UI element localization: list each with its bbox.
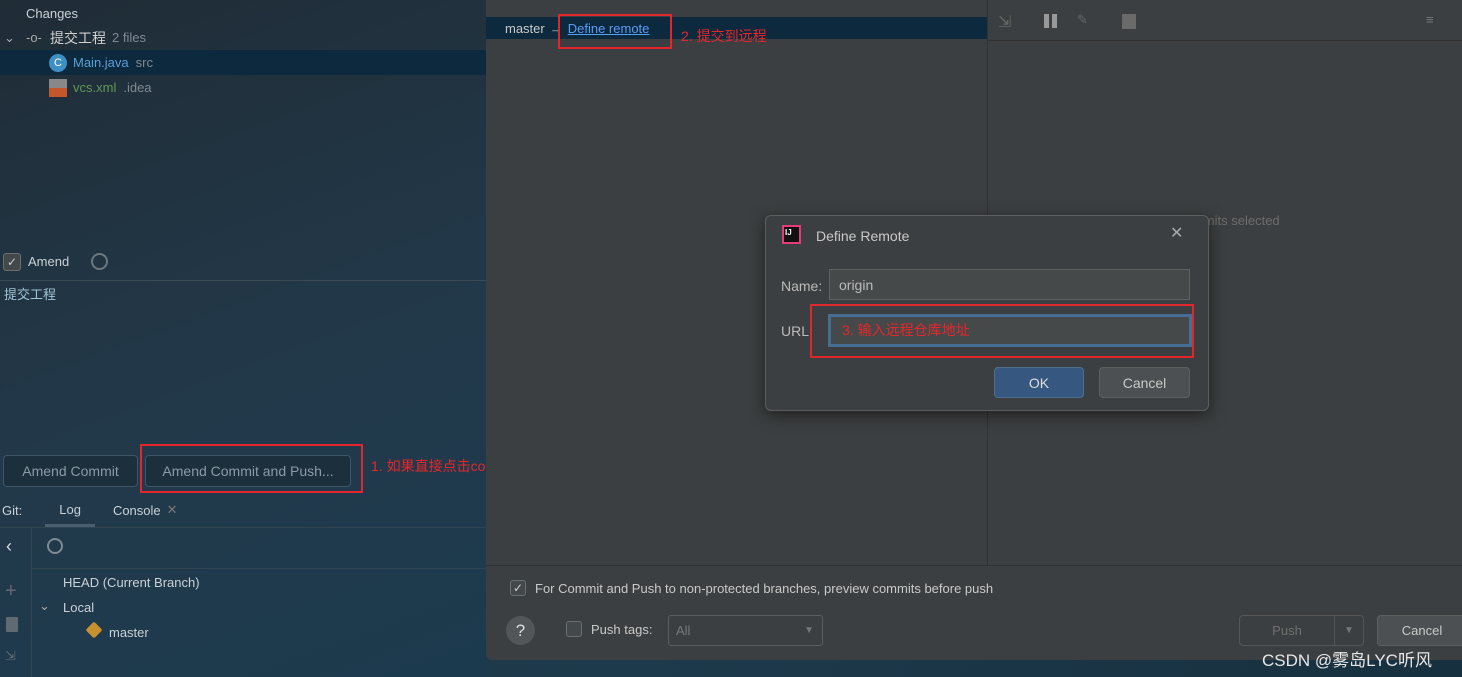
commit-message-input[interactable]: 提交工程	[4, 284, 56, 303]
preview-label: For Commit and Push to non-protected bra…	[535, 580, 994, 596]
cancel-button[interactable]: Cancel	[1377, 615, 1462, 646]
push-tags-value: All	[676, 623, 691, 638]
file-item-main-java[interactable]: C Main.java src	[0, 50, 486, 75]
xml-file-icon	[49, 78, 67, 97]
add-icon[interactable]: +	[5, 580, 17, 603]
file-dir: .idea	[123, 80, 152, 95]
commit-icon: -o-	[26, 30, 42, 45]
push-tags-label: Push tags:	[591, 621, 653, 637]
file-name: Main.java	[73, 55, 129, 70]
dialog-cancel-button[interactable]: Cancel	[1099, 367, 1190, 398]
chevron-down-icon[interactable]: ⌄	[0, 30, 26, 46]
layout-icon[interactable]	[1122, 14, 1136, 29]
group-label: 提交工程	[50, 29, 106, 46]
annotation-box-2	[558, 14, 672, 49]
search-icon[interactable]	[47, 538, 63, 554]
dialog-title: Define Remote	[816, 228, 910, 244]
ok-button[interactable]: OK	[994, 367, 1084, 398]
edit-icon[interactable]: ✎	[1077, 12, 1088, 28]
file-item-vcs-xml[interactable]: vcs.xml .idea	[0, 75, 486, 100]
git-label: Git:	[2, 502, 23, 518]
push-button[interactable]: Push ▼	[1239, 615, 1364, 646]
branch-master[interactable]: master	[109, 625, 149, 640]
collapse-icon[interactable]: ⇲	[5, 648, 16, 664]
group-icon[interactable]	[1044, 14, 1058, 28]
preview-option[interactable]: ✓ For Commit and Push to non-protected b…	[510, 580, 993, 596]
amend-row: ✓ Amend	[0, 249, 486, 274]
annotation-box-1	[140, 444, 363, 493]
intellij-logo-icon: IJ	[782, 225, 801, 244]
branch-head[interactable]: HEAD (Current Branch)	[63, 575, 200, 590]
history-icon[interactable]	[91, 253, 109, 270]
push-tags-option: Push tags:	[566, 621, 652, 637]
group-count: 2 files	[112, 30, 146, 45]
source-branch: master	[505, 20, 545, 36]
chevron-down-icon[interactable]: ▼	[1334, 616, 1363, 645]
changelist-group[interactable]: ⌄ -o- 提交工程 2 files	[0, 25, 486, 50]
tag-icon	[85, 621, 103, 639]
dropdown-arrow-icon: ▼	[804, 625, 814, 636]
chevron-left-icon[interactable]: ‹	[6, 536, 12, 557]
close-icon[interactable]: ✕	[167, 502, 178, 518]
name-label: Name:	[781, 278, 823, 294]
compress-icon[interactable]: ⇲	[998, 12, 1011, 32]
push-tags-checkbox[interactable]	[566, 621, 582, 637]
java-class-icon: C	[49, 53, 67, 72]
file-name: vcs.xml	[73, 80, 117, 95]
preview-checkbox[interactable]: ✓	[510, 580, 526, 596]
chevron-down-icon[interactable]: ⌄	[39, 598, 50, 614]
push-tags-select[interactable]: All ▼	[668, 615, 823, 646]
branch-local-group[interactable]: Local	[63, 600, 94, 615]
name-value: origin	[839, 276, 874, 293]
amend-label: Amend	[28, 254, 70, 269]
annotation-box-3	[810, 304, 1194, 358]
annotation-step2: 2. 提交到远程	[681, 28, 767, 44]
close-icon[interactable]: ✕	[1170, 223, 1183, 243]
amend-commit-button[interactable]: Amend Commit	[3, 455, 138, 487]
expand-all-icon[interactable]: ≡	[1426, 12, 1434, 27]
file-dir: src	[135, 55, 153, 70]
url-label: URL:	[781, 323, 813, 339]
commit-panel: Changes ⌄ -o- 提交工程 2 files C Main.java s…	[0, 0, 486, 677]
amend-checkbox[interactable]: ✓	[3, 252, 21, 271]
help-button[interactable]: ?	[506, 616, 535, 645]
tab-console[interactable]: Console	[113, 503, 161, 518]
changes-header: Changes	[26, 6, 79, 21]
name-input[interactable]: origin	[829, 269, 1190, 300]
push-label: Push	[1272, 623, 1302, 638]
git-tabbar: Git: Log Console ✕	[0, 493, 486, 527]
delete-icon[interactable]	[6, 617, 18, 632]
watermark: CSDN @雾岛LYC听风	[1262, 651, 1432, 670]
tab-log[interactable]: Log	[45, 493, 95, 527]
